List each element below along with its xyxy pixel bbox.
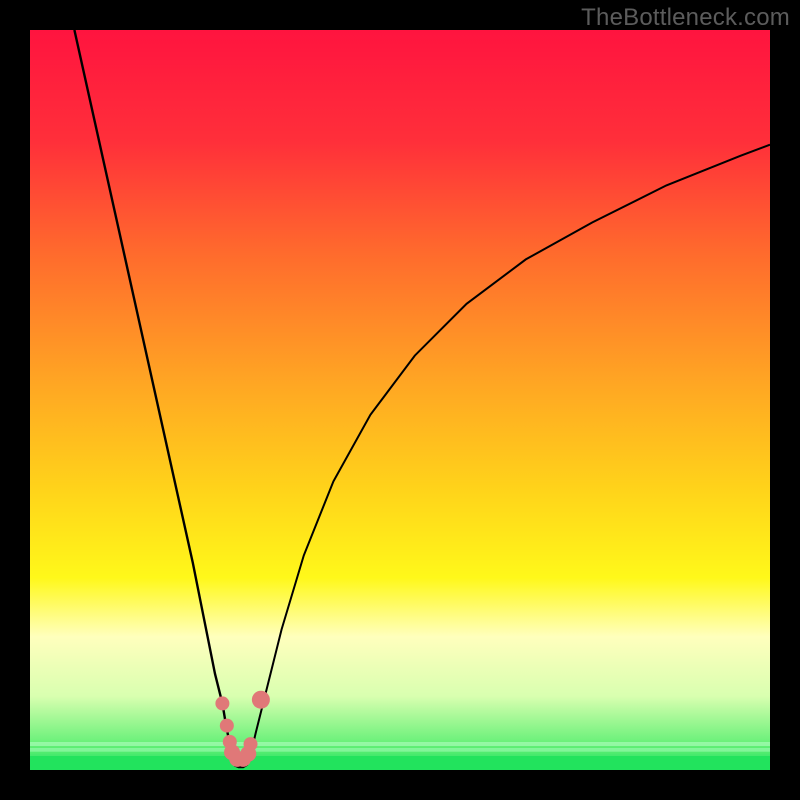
outer-frame: TheBottleneck.com [0,0,800,800]
chart-canvas [30,30,770,770]
heat-gradient [30,30,770,770]
plot-area [30,30,770,770]
valley-marker [252,691,270,709]
valley-marker [244,737,258,751]
watermark-label: TheBottleneck.com [581,4,790,32]
valley-marker [215,696,229,710]
valley-marker [220,719,234,733]
